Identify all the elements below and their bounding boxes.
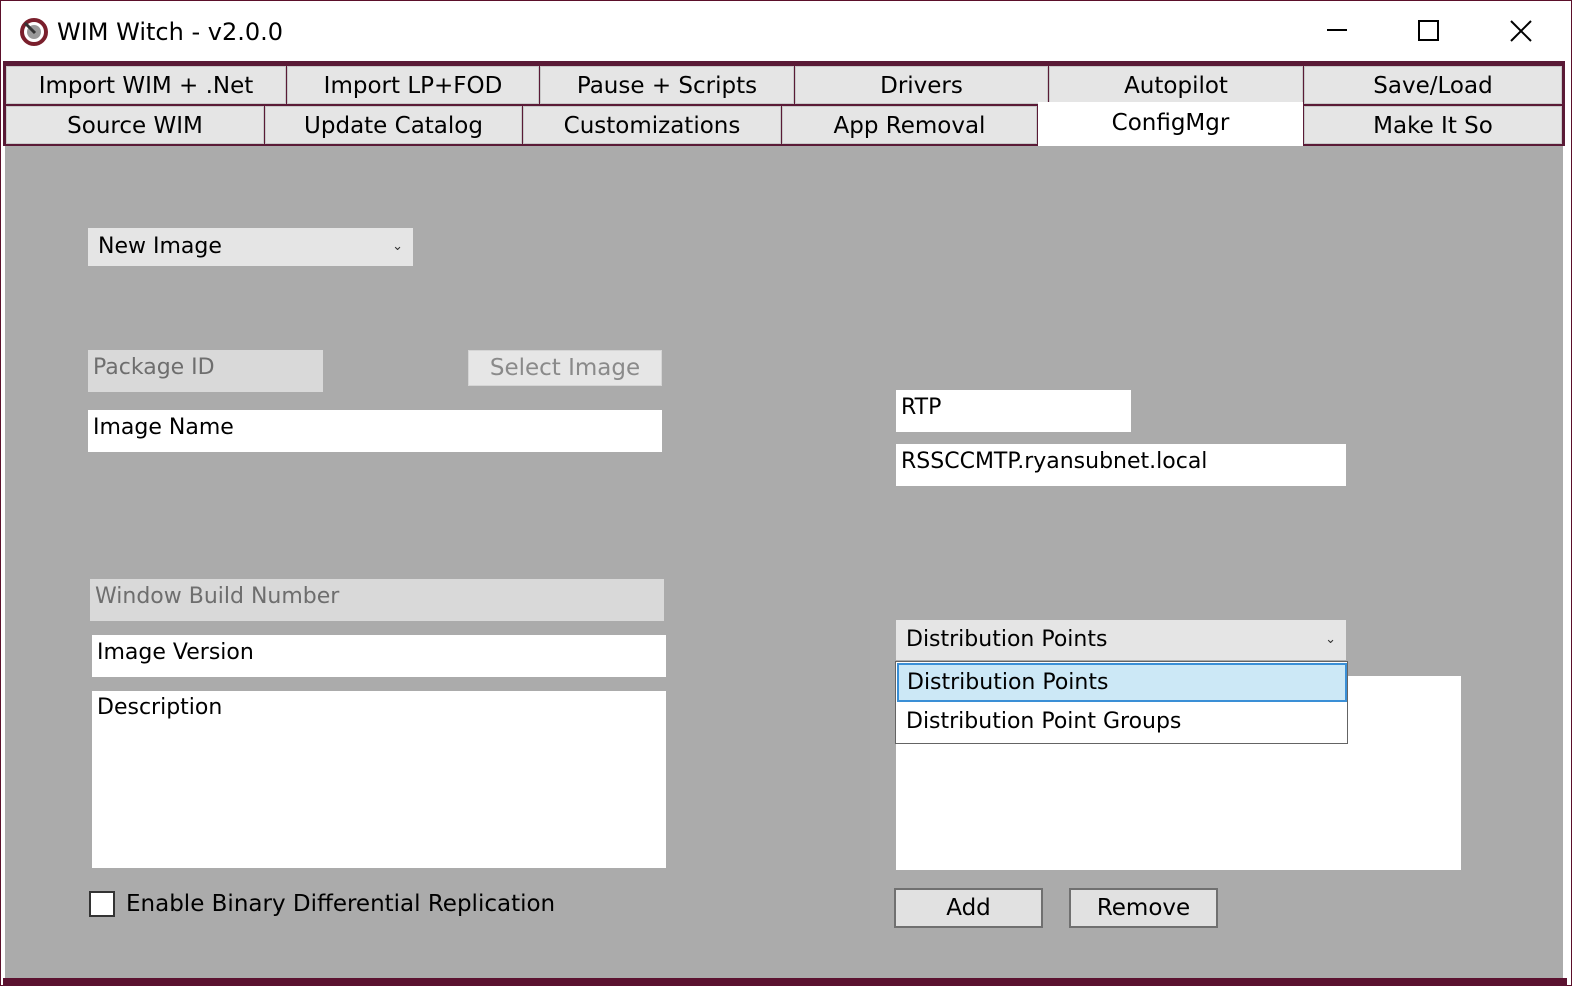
tab-strip: Import WIM + .Net Import LP+FOD Pause + … <box>3 61 1565 146</box>
remove-button[interactable]: Remove <box>1069 888 1218 928</box>
image-type-combobox[interactable]: New Image ⌄ <box>88 228 413 266</box>
tab-autopilot[interactable]: Autopilot <box>1049 66 1303 104</box>
minimize-icon <box>1327 29 1347 31</box>
tab-import-wim-net[interactable]: Import WIM + .Net <box>6 66 286 104</box>
dp-option-distribution-points[interactable]: Distribution Points <box>897 663 1347 702</box>
package-id-field: Package ID <box>88 350 323 392</box>
dp-option-distribution-point-groups[interactable]: Distribution Point Groups <box>897 703 1347 742</box>
window-title: WIM Witch - v2.0.0 <box>57 18 284 46</box>
chevron-down-icon: ⌄ <box>392 239 403 254</box>
tab-customizations[interactable]: Customizations <box>523 106 781 144</box>
build-number-field: Window Build Number <box>90 579 664 621</box>
binary-diff-checkbox[interactable] <box>89 891 115 917</box>
tab-drivers[interactable]: Drivers <box>795 66 1048 104</box>
close-icon <box>1510 20 1532 42</box>
add-button[interactable]: Add <box>894 888 1043 928</box>
maximize-icon <box>1418 20 1439 41</box>
binary-diff-label: Enable Binary Differential Replication <box>126 891 556 917</box>
tab-source-wim[interactable]: Source WIM <box>6 106 264 144</box>
site-code-field[interactable]: RTP <box>896 390 1131 432</box>
minimize-button[interactable] <box>1291 1 1383 61</box>
title-bar: WIM Witch - v2.0.0 <box>1 1 1569 61</box>
image-version-field[interactable]: Image Version <box>92 635 666 677</box>
dp-type-value: Distribution Points <box>906 627 1108 652</box>
tab-save-load[interactable]: Save/Load <box>1304 66 1562 104</box>
close-button[interactable] <box>1475 1 1567 61</box>
chevron-down-icon: ⌄ <box>1325 632 1336 647</box>
dp-type-combobox[interactable]: Distribution Points ⌄ <box>896 620 1346 660</box>
image-type-value: New Image <box>98 234 222 259</box>
app-logo-icon <box>19 17 49 47</box>
dp-type-dropdown: Distribution Points Distribution Point G… <box>895 661 1348 744</box>
tab-configmgr[interactable]: ConfigMgr <box>1038 102 1303 146</box>
tab-app-removal[interactable]: App Removal <box>782 106 1037 144</box>
select-image-button[interactable]: Select Image <box>468 350 662 386</box>
configmgr-panel: New Image ⌄ Package ID Select Image Imag… <box>5 146 1563 980</box>
site-server-field[interactable]: RSSCCMTP.ryansubnet.local <box>896 444 1346 486</box>
status-strip <box>3 978 1567 986</box>
tab-pause-scripts[interactable]: Pause + Scripts <box>540 66 794 104</box>
image-name-field[interactable]: Image Name <box>88 410 662 452</box>
maximize-button[interactable] <box>1383 1 1475 61</box>
tab-make-it-so[interactable]: Make It So <box>1304 106 1562 144</box>
description-textarea[interactable]: Description <box>92 691 666 868</box>
tab-import-lp-fod[interactable]: Import LP+FOD <box>287 66 539 104</box>
tab-update-catalog[interactable]: Update Catalog <box>265 106 522 144</box>
